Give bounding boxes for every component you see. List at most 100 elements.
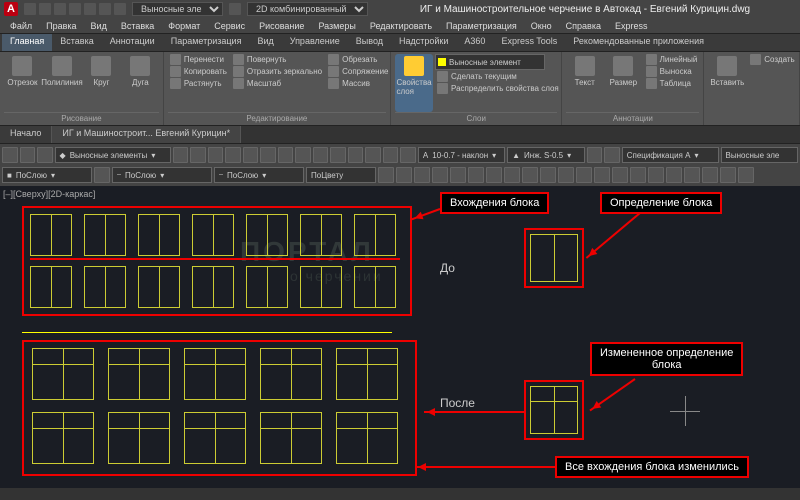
doctab-start[interactable]: Начало bbox=[0, 126, 52, 143]
toolbar-button[interactable] bbox=[400, 147, 416, 163]
toolbar-button[interactable] bbox=[208, 147, 224, 163]
insert-button[interactable]: Вставить bbox=[708, 54, 746, 123]
toolbar-button[interactable] bbox=[37, 147, 53, 163]
layer-props-button[interactable]: Свойства слоя bbox=[395, 54, 433, 112]
toolbar-button[interactable] bbox=[348, 147, 364, 163]
toolbar-button[interactable] bbox=[225, 147, 241, 163]
menu-tools[interactable]: Сервис bbox=[208, 18, 251, 33]
toolbar-button[interactable] bbox=[450, 167, 466, 183]
make-current-button[interactable]: Сделать текущим bbox=[435, 71, 561, 82]
table-button[interactable]: Таблица bbox=[644, 78, 700, 89]
menu-format[interactable]: Формат bbox=[162, 18, 206, 33]
qat-icon[interactable] bbox=[84, 3, 96, 15]
copy-button[interactable]: Копировать bbox=[168, 66, 229, 77]
linetype-combo[interactable]: ⎯ ПоСлою▾ bbox=[112, 167, 212, 183]
app-logo[interactable]: A bbox=[4, 2, 18, 16]
lineweight-combo[interactable]: ⎯ ПоСлою▾ bbox=[214, 167, 304, 183]
menu-help[interactable]: Справка bbox=[560, 18, 607, 33]
ribbon-tab-apps[interactable]: Рекомендованные приложения bbox=[565, 34, 712, 51]
toolbar-button[interactable] bbox=[486, 167, 502, 183]
toolbar-button[interactable] bbox=[666, 167, 682, 183]
menu-window[interactable]: Окно bbox=[525, 18, 558, 33]
move-button[interactable]: Перенести bbox=[168, 54, 229, 65]
toolbar-button[interactable] bbox=[378, 167, 394, 183]
qat-icon[interactable] bbox=[54, 3, 66, 15]
ribbon-tab-home[interactable]: Главная bbox=[2, 34, 52, 51]
toolbar-button[interactable] bbox=[594, 167, 610, 183]
color-combo[interactable]: ■ ПоСлою▾ bbox=[2, 167, 92, 183]
toolbar-button[interactable] bbox=[558, 167, 574, 183]
fillet-button[interactable]: Сопряжение bbox=[326, 66, 390, 77]
menu-modify[interactable]: Редактировать bbox=[364, 18, 438, 33]
toolbar-button[interactable] bbox=[173, 147, 189, 163]
create-button[interactable]: Создать bbox=[748, 54, 796, 65]
toolbar-button[interactable] bbox=[190, 147, 206, 163]
dimstyle-combo[interactable]: ▲ Инж. S-0.5▾ bbox=[507, 147, 585, 163]
toolbar-button[interactable] bbox=[504, 167, 520, 183]
qat-icon[interactable] bbox=[114, 3, 126, 15]
menu-express[interactable]: Express bbox=[609, 18, 654, 33]
toolbar-button[interactable] bbox=[365, 147, 381, 163]
toolbar-button[interactable] bbox=[468, 167, 484, 183]
viewcube-label[interactable]: [–][Сверху][2D-каркас] bbox=[3, 189, 95, 199]
toolbar-button[interactable] bbox=[414, 167, 430, 183]
match-layer-button[interactable]: Распределить свойства слоя bbox=[435, 83, 561, 94]
toolbar-button[interactable] bbox=[313, 147, 329, 163]
menu-insert[interactable]: Вставка bbox=[115, 18, 160, 33]
menu-dimension[interactable]: Размеры bbox=[312, 18, 361, 33]
ribbon-tab-a360[interactable]: A360 bbox=[456, 34, 493, 51]
tablestyle-combo[interactable]: Спецификация А▾ bbox=[622, 147, 719, 163]
toolbar-button[interactable] bbox=[738, 167, 754, 183]
toolbar-button[interactable] bbox=[540, 167, 556, 183]
drawing-canvas[interactable]: [–][Сверху][2D-каркас] ПОРТАЛ о черчении… bbox=[0, 186, 800, 488]
array-button[interactable]: Массив bbox=[326, 78, 390, 89]
toolbar-button[interactable] bbox=[702, 167, 718, 183]
doctab-current[interactable]: ИГ и Машиностроит... Евгений Курицин* bbox=[52, 126, 241, 143]
toolbar-button[interactable] bbox=[396, 167, 412, 183]
plotstyle-combo[interactable]: ПоЦвету bbox=[306, 167, 376, 183]
arc-button[interactable]: Дуга bbox=[122, 54, 159, 112]
polyline-button[interactable]: Полилиния bbox=[43, 54, 81, 112]
titlebar-combo-2[interactable]: 2D комбинированный bbox=[247, 2, 368, 16]
toolbar-button[interactable] bbox=[576, 167, 592, 183]
toolbar-button[interactable] bbox=[243, 147, 259, 163]
ribbon-tab-view[interactable]: Вид bbox=[249, 34, 281, 51]
toolbar-button[interactable] bbox=[260, 147, 276, 163]
toolbar-button[interactable] bbox=[612, 167, 628, 183]
menu-edit[interactable]: Правка bbox=[40, 18, 82, 33]
toolbar-button[interactable] bbox=[648, 167, 664, 183]
menu-view[interactable]: Вид bbox=[85, 18, 113, 33]
toolbar-button[interactable] bbox=[2, 147, 18, 163]
rotate-button[interactable]: Повернуть bbox=[231, 54, 324, 65]
ribbon-tab-param[interactable]: Параметризация bbox=[163, 34, 250, 51]
qat-icon[interactable] bbox=[39, 3, 51, 15]
qat-icon[interactable] bbox=[69, 3, 81, 15]
qat-icon[interactable] bbox=[99, 3, 111, 15]
circle-button[interactable]: Круг bbox=[83, 54, 120, 112]
toolbar-button[interactable] bbox=[604, 147, 620, 163]
menu-file[interactable]: Файл bbox=[4, 18, 38, 33]
ribbon-tab-output[interactable]: Вывод bbox=[348, 34, 391, 51]
toolbar-button[interactable] bbox=[330, 147, 346, 163]
mirror-button[interactable]: Отразить зеркально bbox=[231, 66, 324, 77]
qat-icon[interactable] bbox=[24, 3, 36, 15]
extlines-combo[interactable]: Выносные эле bbox=[721, 147, 799, 163]
toolbar-button[interactable] bbox=[383, 147, 399, 163]
toolbar-button[interactable] bbox=[630, 167, 646, 183]
toolbar-button[interactable] bbox=[587, 147, 603, 163]
ribbon-tab-insert[interactable]: Вставка bbox=[52, 34, 101, 51]
menu-param[interactable]: Параметризация bbox=[440, 18, 523, 33]
toolbar-button[interactable] bbox=[720, 167, 736, 183]
linear-button[interactable]: Линейный bbox=[644, 54, 700, 65]
leader-button[interactable]: Выноска bbox=[644, 66, 700, 77]
trim-button[interactable]: Обрезать bbox=[326, 54, 390, 65]
toolbar-button[interactable] bbox=[432, 167, 448, 183]
ribbon-tab-manage[interactable]: Управление bbox=[282, 34, 348, 51]
scale-button[interactable]: Масштаб bbox=[231, 78, 324, 89]
toolbar-button[interactable] bbox=[522, 167, 538, 183]
textstyle-combo[interactable]: A 10-0.7 - наклон▾ bbox=[418, 147, 505, 163]
toolbar-button[interactable] bbox=[278, 147, 294, 163]
toolbar-button[interactable] bbox=[295, 147, 311, 163]
text-button[interactable]: Текст bbox=[566, 54, 603, 112]
layer-combo[interactable]: ◆Выносные элементы▾ bbox=[55, 147, 171, 163]
